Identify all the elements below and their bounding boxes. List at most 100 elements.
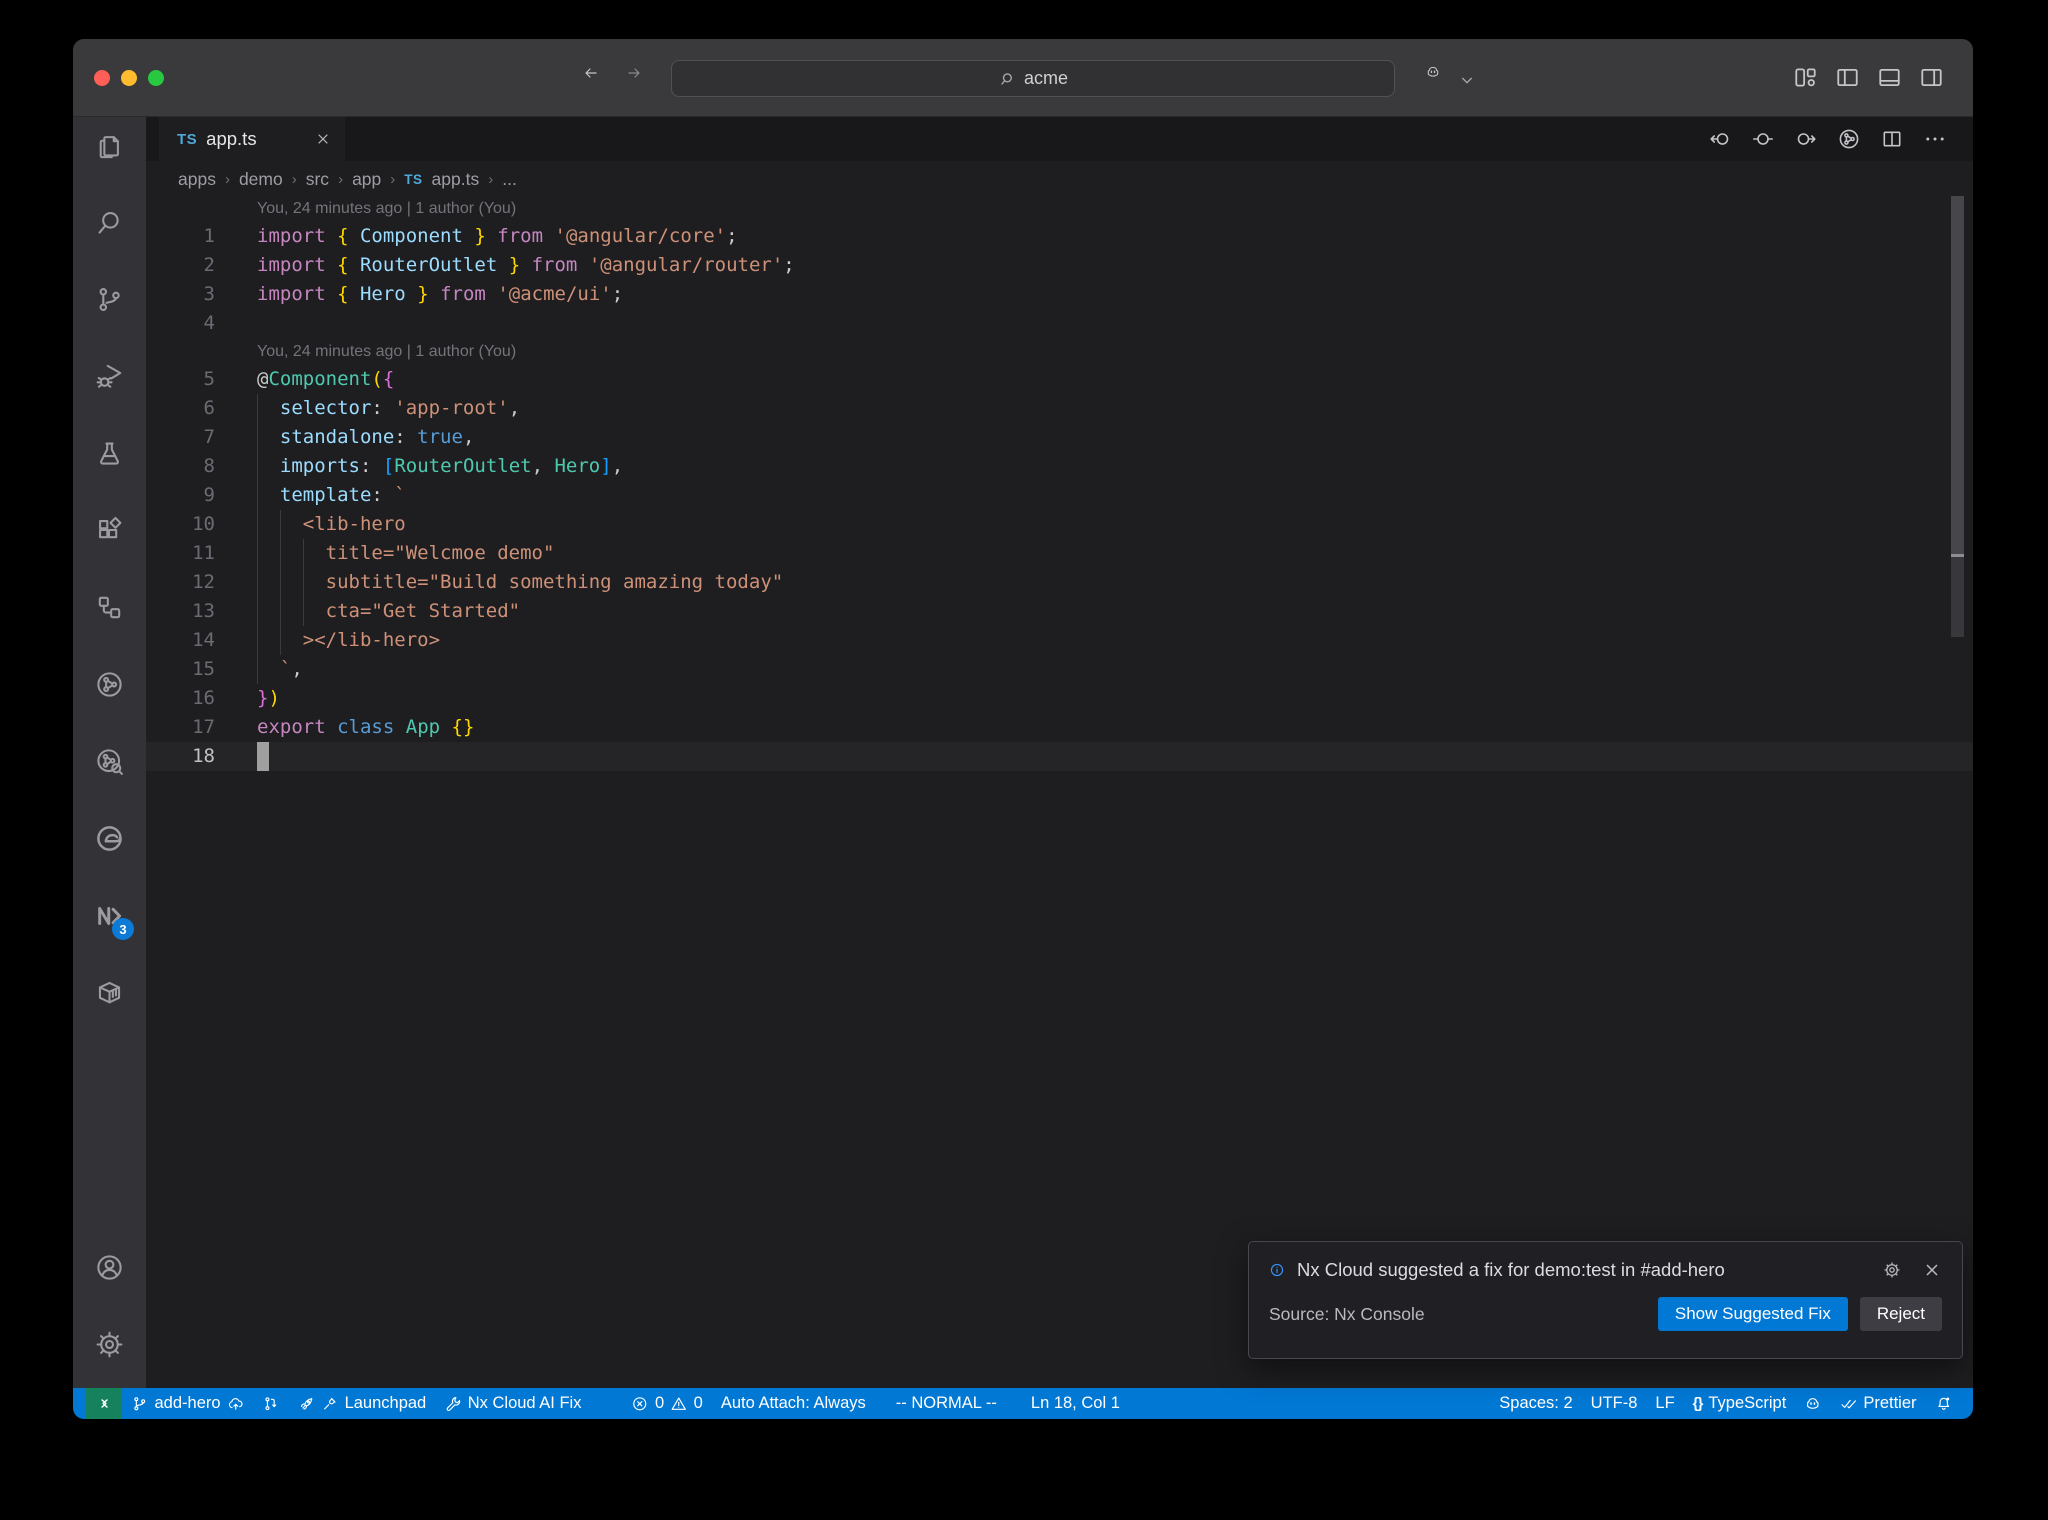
git-branch-icon <box>131 1395 149 1413</box>
breadcrumb-item-apps[interactable]: apps <box>178 169 216 190</box>
status-label: LF <box>1655 1394 1675 1412</box>
toggle-secondary-sidebar-button[interactable] <box>1918 64 1945 91</box>
status-right: Spaces: 2 UTF-8 LF {} TypeScript Prettier <box>1490 1388 1961 1419</box>
activity-item-search[interactable] <box>73 184 146 261</box>
chevron-down-icon[interactable] <box>1459 72 1475 88</box>
toggle-primary-sidebar-button[interactable] <box>1834 64 1861 91</box>
desktop: acme 3 TS app.ts apps › demo › src › app… <box>0 0 2048 1520</box>
more-actions-icon[interactable] <box>1923 127 1947 151</box>
activity-item-testing[interactable] <box>73 415 146 492</box>
status-label: TypeScript <box>1708 1394 1787 1412</box>
show-suggested-fix-button[interactable]: Show Suggested Fix <box>1657 1297 1848 1331</box>
status-compare-item[interactable] <box>253 1388 289 1419</box>
tab-app-ts[interactable]: TS app.ts <box>159 117 345 161</box>
breadcrumb-item-app[interactable]: app <box>352 169 381 190</box>
code-line-11: 11 title="Welcmoe demo" <box>146 539 1973 568</box>
edge-icon <box>94 823 125 854</box>
debug-icon <box>94 361 125 392</box>
status-indentation-item[interactable]: Spaces: 2 <box>1490 1388 1581 1419</box>
nx-console-badge: 3 <box>112 918 134 940</box>
remote-indicator[interactable] <box>86 1388 122 1419</box>
notification-settings-gear-icon[interactable] <box>1882 1260 1902 1280</box>
status-prettier-item[interactable]: Prettier <box>1831 1388 1926 1419</box>
nav-back-icon[interactable] <box>1708 127 1732 151</box>
activity-item-extensions[interactable] <box>73 492 146 569</box>
status-encoding-item[interactable]: UTF-8 <box>1582 1388 1647 1419</box>
line-number: 11 <box>192 542 215 564</box>
status-vim-mode-item[interactable]: -- NORMAL -- <box>887 1388 1006 1419</box>
activity-item-source-control[interactable] <box>73 261 146 338</box>
status-left: add-hero Launchpad Nx Cloud AI Fix 0 0 Auto A… <box>122 1388 1129 1419</box>
history-back-icon[interactable] <box>583 65 599 81</box>
nav-position-icon[interactable] <box>1751 127 1775 151</box>
line-number: 18 <box>192 745 215 767</box>
notification-close-icon[interactable] <box>1922 1260 1942 1280</box>
code-line-12: 12 subtitle="Build something amazing tod… <box>146 568 1973 597</box>
close-tab-icon[interactable] <box>315 131 331 147</box>
minimize-window-button[interactable] <box>121 70 137 86</box>
split-editor-icon[interactable] <box>1880 127 1904 151</box>
activity-item-containers[interactable] <box>73 954 146 1031</box>
activity-item-edge-tools[interactable] <box>73 800 146 877</box>
code-line-6: 6 selector: 'app-root', <box>146 394 1973 423</box>
toggle-panel-button[interactable] <box>1876 64 1903 91</box>
activity-item-nx-console[interactable]: 3 <box>73 877 146 954</box>
close-window-button[interactable] <box>94 70 110 86</box>
nav-forward-icon[interactable] <box>1794 127 1818 151</box>
status-label: UTF-8 <box>1590 1394 1638 1412</box>
status-label: 0 <box>654 1394 665 1412</box>
double-check-icon <box>1840 1395 1858 1413</box>
status-language-item[interactable]: {} TypeScript <box>1684 1388 1796 1419</box>
activity-item-settings[interactable] <box>73 1306 146 1383</box>
wrench-icon <box>444 1395 462 1413</box>
activity-item-project-hierarchy[interactable] <box>73 569 146 646</box>
reject-button[interactable]: Reject <box>1859 1297 1942 1331</box>
history-forward-icon[interactable] <box>626 65 642 81</box>
line-number: 14 <box>192 629 215 651</box>
scrollbar-thumb[interactable] <box>1951 196 1964 554</box>
status-eol-item[interactable]: LF <box>1646 1388 1683 1419</box>
customize-layout-button[interactable] <box>1792 64 1819 91</box>
status-copilot-item[interactable] <box>1795 1388 1831 1419</box>
status-label: Launchpad <box>344 1394 427 1412</box>
activity-item-run-and-debug[interactable] <box>73 338 146 415</box>
status-branch-item[interactable]: add-hero <box>122 1388 253 1419</box>
search-icon <box>94 207 125 238</box>
line-number: 7 <box>203 426 215 448</box>
status-problems-item[interactable]: 00 <box>622 1388 711 1419</box>
remote-icon <box>96 1395 113 1412</box>
status-label: Spaces: 2 <box>1499 1394 1573 1412</box>
status-auto-attach-item[interactable]: Auto Attach: Always <box>712 1388 875 1419</box>
notification-source: Source: Nx Console <box>1269 1303 1425 1324</box>
files-icon <box>94 130 125 161</box>
status-notifications-item[interactable] <box>1926 1388 1962 1419</box>
zoom-window-button[interactable] <box>148 70 164 86</box>
code-line-15: 15 `, <box>146 655 1973 684</box>
status-label: Ln 18, Col 1 <box>1030 1394 1120 1412</box>
code-line-10: 10 <lib-hero <box>146 510 1973 539</box>
breadcrumb-item-src[interactable]: src <box>306 169 329 190</box>
code-lines: You, 24 minutes ago | 1 author (You) 1 imp… <box>146 195 1973 771</box>
status-cursor-position-item[interactable]: Ln 18, Col 1 <box>1022 1388 1129 1419</box>
account-icon <box>94 1252 125 1283</box>
activity-item-explorer[interactable] <box>73 107 146 184</box>
breadcrumb-item-demo[interactable]: demo <box>239 169 283 190</box>
scrollbar-track[interactable] <box>1951 557 1964 637</box>
breadcrumb-symbol-picker[interactable]: ... <box>502 169 517 190</box>
source-graph-icon[interactable] <box>1837 127 1861 151</box>
activity-item-accounts[interactable] <box>73 1229 146 1306</box>
line-number: 13 <box>192 600 215 622</box>
notification-toast: Nx Cloud suggested a fix for demo:test i… <box>1248 1241 1963 1359</box>
status-launchpad-item[interactable]: Launchpad <box>289 1388 436 1419</box>
activity-item-nx-graph[interactable] <box>73 646 146 723</box>
copilot-icon <box>1804 1395 1822 1413</box>
tab-label: app.ts <box>206 128 257 149</box>
status-nx-cloud-fix-item[interactable]: Nx Cloud AI Fix <box>435 1388 590 1419</box>
copilot-icon[interactable] <box>1425 64 1441 80</box>
editor-actions <box>1708 117 1947 161</box>
command-center-search[interactable]: acme <box>671 60 1395 97</box>
info-icon <box>1269 1262 1285 1278</box>
activity-item-graph-inspect[interactable] <box>73 723 146 800</box>
code-editor[interactable]: You, 24 minutes ago | 1 author (You) 1 imp… <box>146 195 1973 1388</box>
breadcrumb-item-file[interactable]: app.ts <box>432 169 480 190</box>
